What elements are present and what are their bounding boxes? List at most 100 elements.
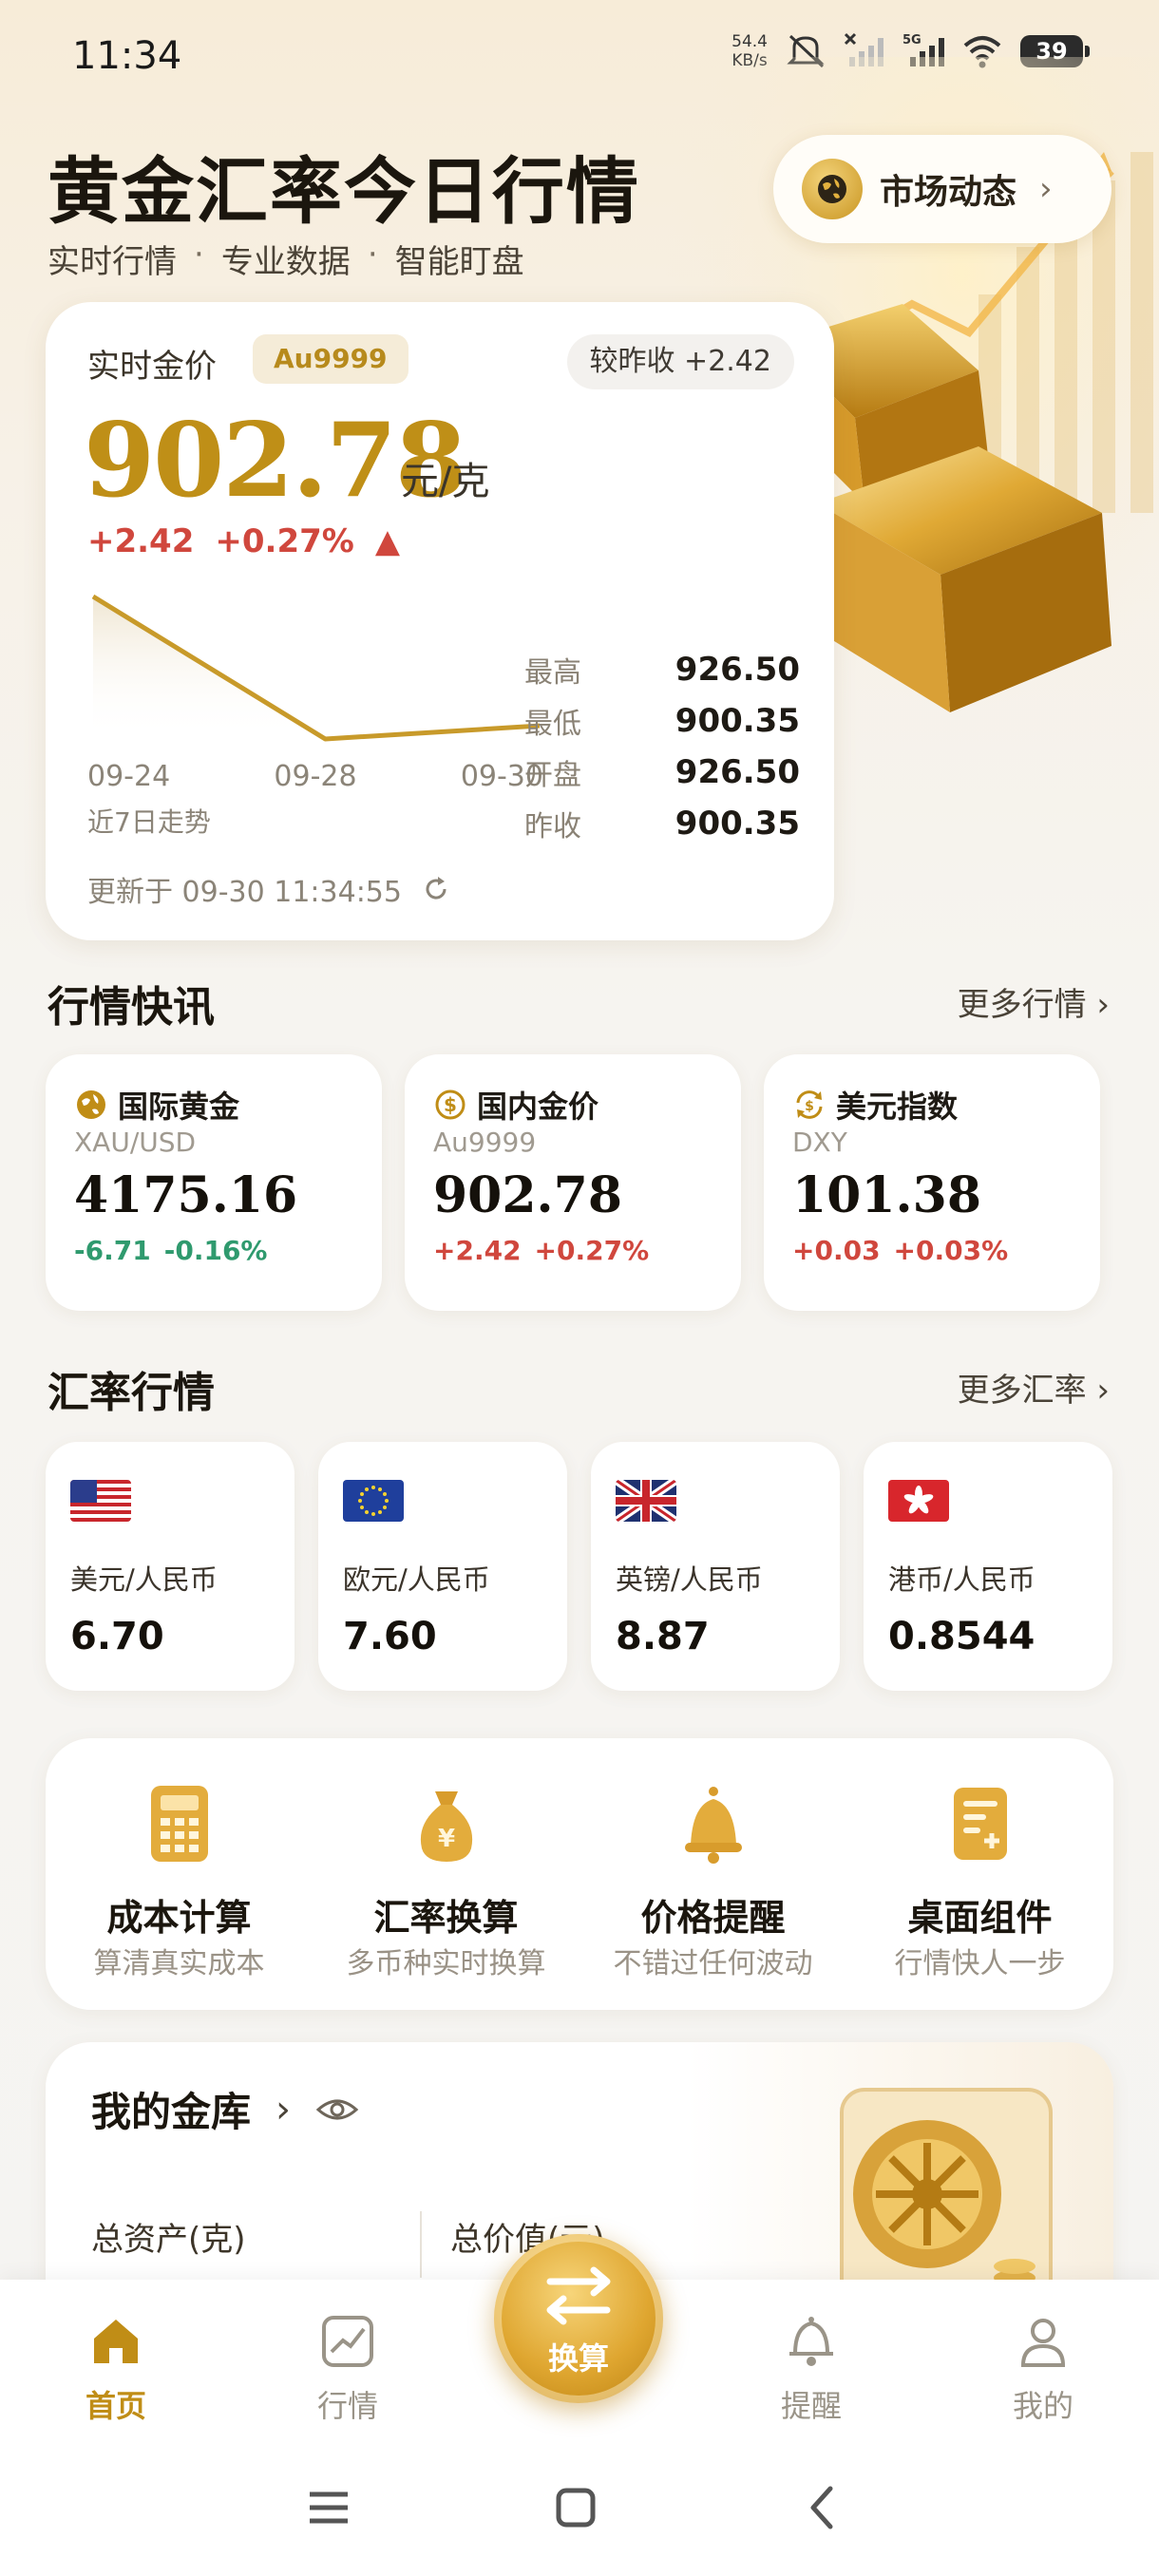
- x-tick-label: 09-24: [87, 760, 171, 793]
- swap-icon: [546, 2266, 611, 2325]
- fx-pair-name: 港币/人民币: [888, 1563, 1036, 1596]
- fx-pair-name: 欧元/人民币: [343, 1563, 490, 1596]
- money-bag-icon: ¥: [420, 1791, 472, 1862]
- quote-card-dollar-index[interactable]: $ 美元指数 DXY 101.38 +0.03 +0.03%: [764, 1054, 1100, 1311]
- x-tick-label: 09-28: [274, 760, 357, 793]
- tool-fx-converter[interactable]: ¥ 汇率换算 多币种实时换算: [313, 1738, 580, 2010]
- system-nav-bar: [0, 2441, 1159, 2576]
- bell-icon: [684, 1787, 742, 1864]
- vault-title: 我的金库: [91, 2089, 252, 2135]
- eu-flag-icon: [343, 1480, 404, 1522]
- calculator-icon: [150, 1786, 208, 1862]
- chart-icon: [322, 2316, 373, 2367]
- chevron-right-icon: ›: [1096, 986, 1110, 1024]
- market-news-label: 市场动态: [880, 173, 1017, 212]
- quote-card-intl-gold[interactable]: 国际黄金 XAU/USD 4175.16 -6.71 -0.16%: [46, 1054, 382, 1311]
- price-unit: 元/克: [401, 460, 490, 503]
- hk-flag-icon: [888, 1480, 949, 1522]
- chevron-right-icon: ›: [276, 2087, 292, 2131]
- price-change: +2.42 +0.27% ▲: [87, 522, 400, 560]
- quote-code: Au9999: [433, 1127, 537, 1158]
- fx-card-usd[interactable]: 美元/人民币 6.70: [46, 1442, 294, 1691]
- fab-label: 换算: [547, 2340, 609, 2377]
- price-card-label: 实时金价: [87, 348, 217, 386]
- trend-area: [93, 597, 540, 739]
- menu-icon[interactable]: [300, 2479, 357, 2536]
- stat-low: 最低 900.35: [524, 702, 800, 741]
- compare-badge: 较昨收 +2.42: [566, 334, 794, 389]
- dollar-icon: $: [435, 1089, 466, 1120]
- nav-alerts[interactable]: 提醒: [745, 2312, 878, 2426]
- quote-value: 902.78: [433, 1166, 623, 1224]
- convert-fab-button[interactable]: 换算: [494, 2234, 663, 2403]
- fx-card-eur[interactable]: 欧元/人民币 7.60: [318, 1442, 567, 1691]
- svg-text:$: $: [805, 1099, 814, 1114]
- arrow-up-icon: ▲: [374, 522, 400, 560]
- back-icon[interactable]: [794, 2479, 851, 2536]
- svg-text:$: $: [444, 1093, 457, 1116]
- quote-value: 101.38: [792, 1166, 982, 1224]
- quote-change: +0.03 +0.03%: [792, 1235, 1009, 1266]
- nav-profile[interactable]: 我的: [977, 2312, 1110, 2426]
- trend-x-axis: 09-24 09-28 09-30: [87, 760, 543, 793]
- globe-icon: [802, 159, 863, 219]
- exchange-icon: $: [796, 1090, 823, 1119]
- us-flag-icon: [70, 1480, 131, 1522]
- person-icon: [1020, 2319, 1066, 2367]
- page-title: 黄金汇率今日行情: [48, 149, 640, 234]
- total-assets-label: 总资产(克): [91, 2221, 246, 2259]
- bell-outline-icon: [789, 2317, 833, 2366]
- home-icon: [94, 2320, 138, 2363]
- fx-card-hkd[interactable]: 港币/人民币 0.8544: [864, 1442, 1112, 1691]
- fx-card-gbp[interactable]: 英镑/人民币 8.87: [591, 1442, 840, 1691]
- tool-desc: 不错过任何波动: [613, 1947, 813, 1980]
- fx-rate: 8.87: [616, 1615, 710, 1658]
- chevron-right-icon: ›: [1039, 170, 1053, 208]
- tool-name: 桌面组件: [907, 1897, 1053, 1939]
- stat-high: 最高 926.50: [524, 651, 800, 690]
- page-subtitle: 实时行情 · 专业数据 · 智能盯盘: [48, 236, 524, 281]
- eye-icon[interactable]: [315, 2088, 359, 2131]
- fx-rate: 6.70: [70, 1615, 164, 1658]
- quote-value: 4175.16: [74, 1166, 298, 1224]
- tools-panel: 成本计算 算清真实成本 ¥ 汇率换算 多币种实时换算 价格提醒 不错过任何波动 …: [46, 1738, 1113, 2010]
- tool-desc: 算清真实成本: [93, 1947, 265, 1980]
- chevron-right-icon: ›: [1096, 1372, 1110, 1410]
- tool-price-alert[interactable]: 价格提醒 不错过任何波动: [580, 1738, 846, 2010]
- quote-card-domestic-gold[interactable]: $ 国内金价 Au9999 902.78 +2.42 +0.27%: [405, 1054, 741, 1311]
- tool-desktop-widget[interactable]: 桌面组件 行情快人一步: [846, 1738, 1113, 2010]
- status-time: 11:34: [72, 34, 182, 78]
- tool-name: 价格提醒: [640, 1897, 786, 1939]
- gold-price-card[interactable]: 实时金价 Au9999 较昨收 +2.42 902.78 元/克 +2.42 +…: [46, 302, 834, 940]
- more-fx-link[interactable]: 更多汇率 ›: [958, 1364, 1110, 1411]
- fx-section-title: 汇率行情: [48, 1369, 215, 1417]
- nav-market[interactable]: 行情: [281, 2312, 414, 2426]
- fx-rate: 0.8544: [888, 1615, 1036, 1658]
- fx-rate: 7.60: [343, 1615, 437, 1658]
- tool-name: 成本计算: [106, 1897, 252, 1939]
- home-square-icon[interactable]: [547, 2479, 604, 2536]
- trend-label: 近7日走势: [87, 806, 211, 838]
- stat-prev-close: 昨收 900.35: [524, 805, 800, 843]
- quote-change: -6.71 -0.16%: [74, 1235, 268, 1266]
- fx-pair-name: 美元/人民币: [70, 1563, 218, 1596]
- tool-cost-calculator[interactable]: 成本计算 算清真实成本: [46, 1738, 313, 2010]
- widget-icon: [953, 1788, 1007, 1860]
- divider: [420, 2211, 422, 2278]
- tool-desc: 行情快人一步: [894, 1947, 1066, 1980]
- updated-time: 更新于 09-30 11:34:55: [87, 868, 451, 910]
- quote-code: DXY: [792, 1127, 847, 1158]
- quote-name: 国内金价: [477, 1089, 599, 1125]
- svg-text:¥: ¥: [437, 1825, 454, 1853]
- more-quotes-link[interactable]: 更多行情 ›: [958, 978, 1110, 1025]
- quote-change: +2.42 +0.27%: [433, 1235, 650, 1266]
- tool-name: 汇率换算: [373, 1897, 519, 1939]
- fx-pair-name: 英镑/人民币: [616, 1563, 763, 1596]
- quote-name: 国际黄金: [118, 1089, 240, 1125]
- uk-flag-icon: [616, 1480, 676, 1522]
- globe-icon: [77, 1090, 105, 1119]
- quotes-section-title: 行情快讯: [48, 983, 215, 1032]
- market-news-button[interactable]: 市场动态 ›: [773, 135, 1112, 243]
- refresh-icon[interactable]: [421, 874, 451, 904]
- nav-home[interactable]: 首页: [49, 2312, 182, 2426]
